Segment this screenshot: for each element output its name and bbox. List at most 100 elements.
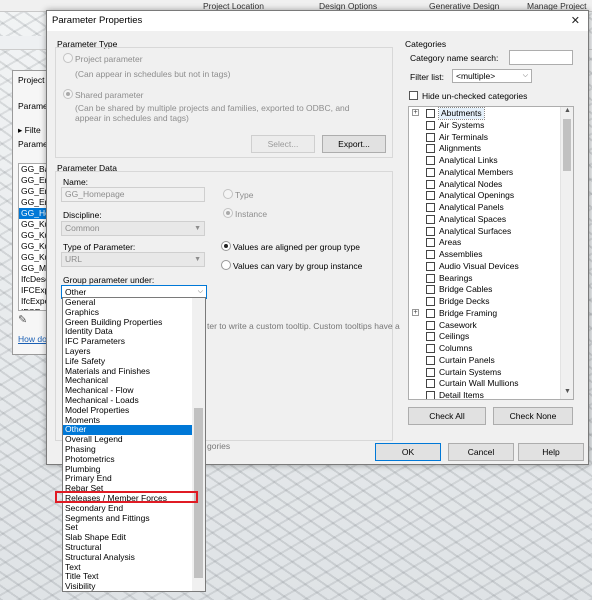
category-item[interactable]: Curtain Panels [409, 355, 561, 367]
group-parameter-dropdown-list[interactable]: Visibility Title Text Text Structural Analy… [62, 297, 206, 592]
category-checkbox[interactable] [426, 308, 435, 318]
category-checkbox[interactable] [426, 332, 435, 342]
group-option[interactable]: Slab Shape Edit [63, 532, 194, 543]
instance-radio[interactable] [223, 208, 233, 218]
group-option[interactable]: Secondary End [63, 503, 194, 514]
category-checkbox[interactable] [426, 214, 435, 224]
category-checkbox[interactable] [426, 109, 435, 118]
category-item[interactable]: Bridge Decks [409, 296, 561, 308]
category-checkbox[interactable] [426, 320, 435, 330]
category-checkbox[interactable] [426, 379, 435, 389]
category-checkbox[interactable] [426, 120, 435, 130]
category-item[interactable]: Casework [409, 320, 561, 332]
category-item[interactable]: Alignments [409, 143, 561, 155]
group-option[interactable]: Text [63, 562, 194, 573]
group-option[interactable]: Segments and Fittings [63, 513, 194, 524]
hide-unchecked-checkbox[interactable] [409, 91, 418, 100]
scroll-thumb[interactable] [563, 119, 571, 171]
group-option[interactable]: Primary End [63, 474, 194, 484]
category-checkbox[interactable] [426, 203, 435, 212]
category-checkbox[interactable] [426, 167, 435, 177]
category-item[interactable]: Audio Visual Devices [409, 261, 561, 273]
help-button[interactable]: Help [518, 443, 584, 461]
expand-plus-icon[interactable]: + [412, 308, 419, 316]
category-item[interactable]: Analytical Openings [409, 190, 561, 202]
category-checkbox[interactable] [426, 261, 435, 271]
dropdown-scrollbar[interactable] [192, 298, 205, 591]
filter-list-select[interactable]: <multiple> ⌵ [452, 69, 532, 83]
group-option[interactable]: Layers [63, 346, 194, 357]
group-option[interactable]: Photometrics [63, 454, 194, 465]
group-option[interactable]: IFC Parameters [63, 336, 194, 347]
group-option[interactable]: Mechanical [63, 376, 194, 386]
group-option[interactable]: Phasing [63, 444, 194, 455]
category-checkbox[interactable] [426, 344, 435, 353]
group-option[interactable]: Overall Legend [63, 434, 194, 445]
category-item[interactable]: Analytical Panels [409, 202, 561, 214]
scroll-up-icon[interactable]: ▲ [561, 107, 573, 118]
category-item[interactable]: Assemblies [409, 249, 561, 261]
group-option[interactable]: Visibility [63, 581, 194, 591]
group-option[interactable]: Graphics [63, 307, 194, 318]
category-checkbox[interactable] [426, 250, 435, 259]
category-item[interactable]: Bearings [409, 273, 561, 285]
category-item[interactable]: Curtain Systems [409, 367, 561, 379]
group-option[interactable]: Mechanical - Loads [63, 395, 194, 406]
group-option[interactable]: Identity Data [63, 327, 194, 337]
category-checkbox[interactable] [426, 367, 435, 377]
group-option[interactable]: Set [63, 523, 194, 533]
discipline-select[interactable]: Common ▼ [61, 221, 205, 236]
category-item[interactable]: Analytical Members [409, 167, 561, 179]
category-checkbox[interactable] [426, 156, 435, 165]
category-item[interactable]: + Bridge Framing [409, 308, 561, 320]
category-checkbox[interactable] [426, 273, 435, 283]
expand-plus-icon[interactable]: + [412, 109, 419, 116]
category-checkbox[interactable] [426, 238, 435, 248]
category-item[interactable]: Ceilings [409, 331, 561, 343]
scroll-down-icon[interactable]: ▼ [561, 388, 573, 399]
category-item[interactable]: Areas [409, 237, 561, 249]
category-item[interactable]: Air Terminals [409, 132, 561, 144]
check-none-button[interactable]: Check None [493, 407, 573, 425]
category-item[interactable]: Air Systems [409, 120, 561, 132]
category-item[interactable]: Bridge Cables [409, 284, 561, 296]
name-field[interactable]: GG_Homepage [61, 187, 205, 202]
export-button[interactable]: Export... [322, 135, 386, 153]
category-checkbox[interactable] [426, 297, 435, 306]
check-all-button[interactable]: Check All [408, 407, 486, 425]
project-parameter-radio[interactable] [63, 53, 73, 63]
categories-list[interactable]: Detail Items Curtain Wall Mullions Curtain… [408, 106, 574, 400]
category-checkbox[interactable] [426, 191, 435, 201]
category-item[interactable]: Curtain Wall Mullions [409, 378, 561, 390]
aligned-per-group-radio[interactable] [221, 241, 231, 251]
select-button[interactable]: Select... [251, 135, 315, 153]
group-option[interactable]: Title Text [63, 572, 194, 582]
category-checkbox[interactable] [426, 144, 435, 154]
category-checkbox[interactable] [426, 355, 435, 365]
category-checkbox[interactable] [426, 391, 435, 399]
category-item[interactable]: + Abutments [409, 107, 561, 120]
category-checkbox[interactable] [426, 132, 435, 142]
category-item[interactable]: Analytical Spaces [409, 214, 561, 226]
group-option[interactable]: Moments [63, 415, 194, 426]
edit-pencil-icon[interactable]: ✎ [18, 313, 27, 326]
cancel-button[interactable]: Cancel [448, 443, 514, 461]
category-checkbox[interactable] [426, 179, 435, 189]
category-item[interactable]: Columns [409, 343, 561, 355]
group-option[interactable]: Materials and Finishes [63, 366, 194, 377]
category-search-input[interactable] [509, 50, 573, 65]
group-option[interactable]: Other [63, 425, 194, 436]
group-option[interactable]: Model Properties [63, 405, 194, 416]
vary-by-instance-radio[interactable] [221, 260, 231, 270]
filter-toggle[interactable]: ▸ Filte [18, 125, 41, 136]
category-checkbox[interactable] [426, 285, 435, 295]
group-option[interactable]: Plumbing [63, 464, 194, 475]
shared-parameter-radio[interactable] [63, 89, 73, 99]
group-option[interactable]: Structural Analysis [63, 552, 194, 563]
category-item[interactable]: Detail Items [409, 390, 561, 399]
category-checkbox[interactable] [426, 226, 435, 236]
group-option[interactable]: Mechanical - Flow [63, 385, 194, 396]
type-of-parameter-select[interactable]: URL ▼ [61, 252, 205, 267]
group-option[interactable]: Structural [63, 542, 194, 553]
categories-scrollbar[interactable]: ▲ ▼ [560, 107, 573, 399]
